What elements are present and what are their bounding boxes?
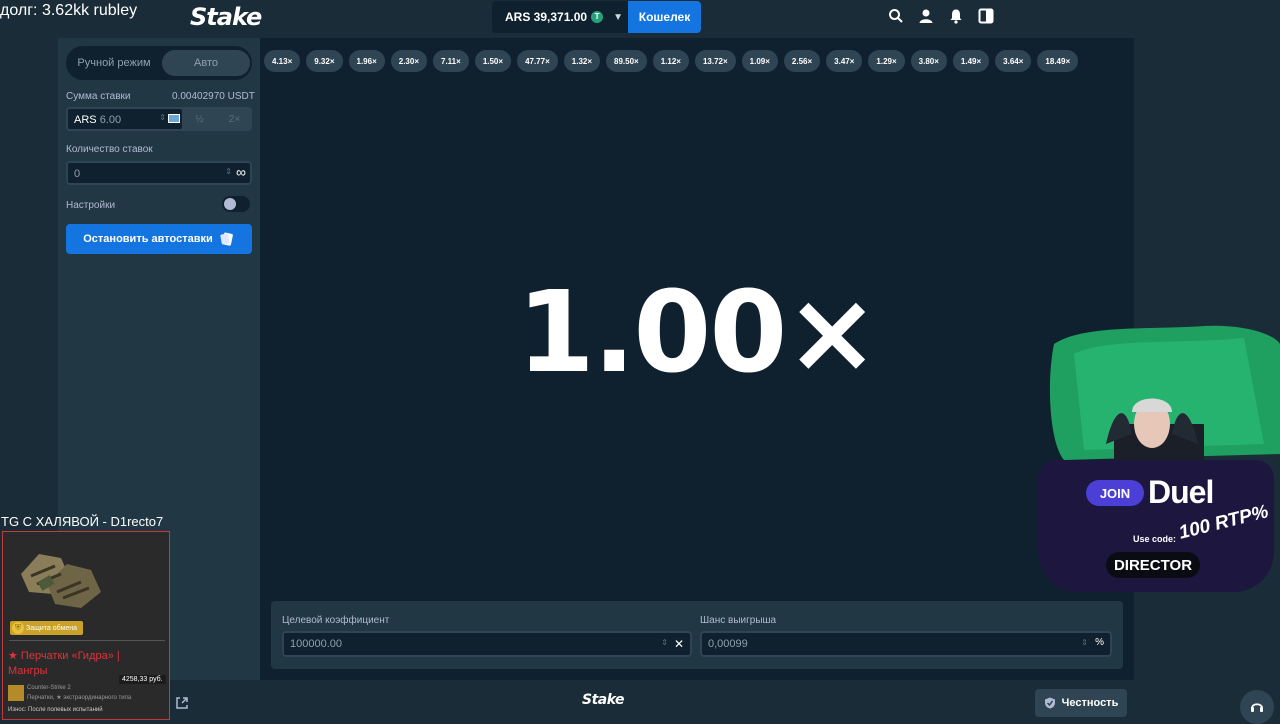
bet-modifier-buttons: ½ 2× bbox=[182, 107, 252, 131]
skin-wear: Износ: После полевых испытаний bbox=[8, 707, 103, 713]
history-chip[interactable]: 4.13× bbox=[264, 50, 301, 72]
settings-label: Настройки bbox=[66, 200, 116, 211]
live-support-button[interactable] bbox=[1240, 690, 1274, 724]
stop-autobet-button[interactable]: Остановить автоставки bbox=[66, 224, 252, 254]
win-chance-value: 0,00099 bbox=[708, 638, 748, 650]
history-chip[interactable]: 89.50× bbox=[606, 50, 647, 72]
footer-stake-logo: Stake bbox=[582, 692, 625, 708]
history-chip[interactable]: 18.49× bbox=[1037, 50, 1079, 72]
win-chance-label: Шанс выигрыша bbox=[700, 615, 777, 626]
multiplier-x-icon: ✕ bbox=[673, 637, 684, 651]
target-multiplier-input[interactable]: 100000.00 ⇕ ✕ bbox=[282, 631, 692, 657]
double-bet-button[interactable]: 2× bbox=[217, 107, 252, 131]
history-chip[interactable]: 2.30× bbox=[390, 50, 427, 72]
stepper-icon[interactable]: ⇕ bbox=[661, 638, 668, 647]
history-chip[interactable]: 1.49× bbox=[952, 50, 990, 72]
history-chip[interactable]: 3.47× bbox=[826, 50, 863, 72]
top-bar: долг: 3.62kk rubley Stake ARS 39,371.00 … bbox=[0, 0, 1280, 38]
gloves-image bbox=[21, 554, 101, 608]
duel-logo: Duel bbox=[1148, 474, 1214, 510]
multiplier-history: 4.13× 9.32× 1.96× 2.30× 7.11× 1.50× 47.77× 1.32… bbox=[264, 50, 1079, 72]
infinity-icon[interactable]: ∞ bbox=[236, 164, 246, 180]
streamer-webcam bbox=[1049, 325, 1280, 470]
stepper-icon[interactable]: ⇕ bbox=[159, 113, 166, 122]
skin-category: Перчатки, ★ экстраординарного типа bbox=[27, 695, 132, 701]
sidebar-toggle-icon[interactable] bbox=[978, 8, 994, 24]
target-multiplier-label: Целевой коэффициент bbox=[282, 615, 390, 626]
user-icon[interactable] bbox=[918, 8, 934, 24]
skin-price: 4258,33 руб. bbox=[119, 675, 166, 684]
use-code-label: Use code: bbox=[1133, 534, 1177, 544]
stake-logo[interactable]: Stake bbox=[190, 3, 262, 31]
bets-count-label: Количество ставок bbox=[66, 144, 153, 155]
history-chip[interactable]: 1.12× bbox=[652, 50, 689, 72]
history-chip[interactable]: 13.72× bbox=[694, 50, 736, 72]
win-chance-input[interactable]: 0,00099 ⇕ % bbox=[700, 631, 1112, 657]
current-multiplier: 1.00× bbox=[516, 268, 879, 398]
balance-amount: ARS 39,371.00 bbox=[505, 10, 588, 24]
wallet-button[interactable]: Кошелек bbox=[628, 1, 701, 33]
skin-game: Counter-Strike 2 bbox=[27, 685, 71, 691]
bet-amount-label: Сумма ставки bbox=[66, 91, 131, 102]
stepper-icon[interactable]: ⇕ bbox=[1081, 638, 1088, 647]
search-icon[interactable] bbox=[888, 8, 904, 24]
mode-toggle: Ручной режим Авто bbox=[66, 46, 252, 80]
history-chip[interactable]: 3.64× bbox=[995, 50, 1032, 72]
fairness-button[interactable]: Честность bbox=[1035, 689, 1127, 717]
history-chip[interactable]: 3.80× bbox=[910, 50, 947, 72]
skin-trade-card: ⛨ Защита обмена ★ Перчатки «Гидра» | Ман… bbox=[2, 531, 170, 720]
percent-icon: % bbox=[1095, 637, 1104, 648]
bet-value: 6.00 bbox=[99, 114, 122, 126]
history-chip[interactable]: 47.77× bbox=[517, 50, 558, 72]
tab-manual-mode[interactable]: Ручной режим bbox=[70, 50, 158, 76]
duel-promo-overlay: JOIN Duel 100 RTP% Use code: DIRECTOR bbox=[1038, 460, 1274, 592]
argentina-flag-icon bbox=[168, 114, 180, 123]
limbo-game-area: 4.13× 9.32× 1.96× 2.30× 7.11× 1.50× 47.77× 1.32… bbox=[260, 38, 1134, 680]
balance-selector[interactable]: ARS 39,371.00 T ▼ bbox=[492, 1, 628, 33]
fairness-label: Честность bbox=[1061, 697, 1119, 709]
game-footer: Stake Честность bbox=[0, 680, 1280, 724]
history-chip[interactable]: 2.56× bbox=[783, 50, 821, 72]
shield-icon: ⛨ bbox=[12, 622, 24, 634]
divider bbox=[9, 640, 165, 641]
settings-toggle[interactable] bbox=[222, 196, 250, 212]
bets-count-input[interactable]: 0 ⇕ ∞ bbox=[66, 161, 252, 185]
trade-protection-label: Защита обмена bbox=[26, 624, 77, 632]
trade-protection-badge: ⛨ Защита обмена bbox=[10, 621, 83, 635]
cs2-game-icon bbox=[8, 685, 24, 701]
header-icons bbox=[888, 8, 994, 24]
tab-auto-mode[interactable]: Авто bbox=[162, 50, 250, 76]
history-chip[interactable]: 7.11× bbox=[433, 50, 469, 72]
promo-code: DIRECTOR bbox=[1106, 552, 1200, 578]
headset-icon bbox=[1251, 703, 1263, 712]
join-button: JOIN bbox=[1086, 480, 1144, 506]
chevron-down-icon: ▼ bbox=[613, 11, 623, 23]
history-chip[interactable]: 1.96× bbox=[348, 50, 385, 72]
history-chip[interactable]: 1.32× bbox=[563, 50, 601, 72]
history-chip[interactable]: 1.29× bbox=[868, 50, 905, 72]
bet-amount-usdt: 0.00402970 USDT bbox=[172, 91, 255, 102]
history-chip[interactable]: 1.50× bbox=[474, 50, 512, 72]
history-chip[interactable]: 9.32× bbox=[306, 50, 343, 72]
stream-debt-overlay: долг: 3.62kk rubley bbox=[0, 2, 138, 19]
stream-tg-overlay: TG С ХАЛЯВОЙ - D1recto7 bbox=[1, 514, 164, 529]
stop-autobet-label: Остановить автоставки bbox=[83, 233, 213, 245]
stepper-icon[interactable]: ⇕ bbox=[225, 167, 232, 176]
game-settings-panel: Целевой коэффициент 100000.00 ⇕ ✕ Шанс в… bbox=[271, 601, 1123, 669]
history-chip[interactable]: 1.09× bbox=[741, 50, 778, 72]
half-bet-button[interactable]: ½ bbox=[182, 107, 217, 131]
target-multiplier-value: 100000.00 bbox=[290, 638, 342, 650]
bet-amount-input[interactable]: ARS 6.00 ⇕ bbox=[66, 107, 184, 131]
bell-icon[interactable] bbox=[948, 8, 964, 24]
bet-currency: ARS bbox=[74, 114, 97, 126]
cards-icon bbox=[220, 232, 233, 246]
share-icon[interactable] bbox=[176, 696, 188, 714]
bets-count-value: 0 bbox=[74, 168, 81, 180]
shield-icon bbox=[1044, 697, 1055, 709]
tether-coin-icon: T bbox=[591, 11, 604, 23]
